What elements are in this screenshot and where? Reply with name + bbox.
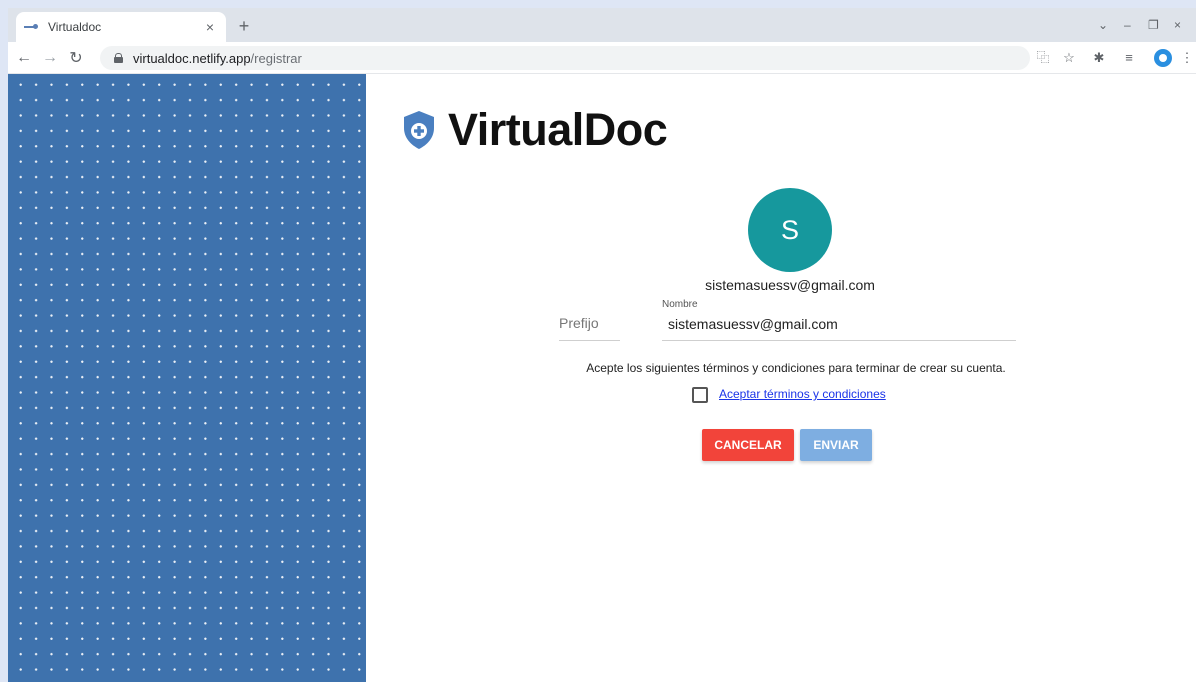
logo-text: VirtualDoc — [448, 104, 668, 155]
logo: VirtualDoc — [402, 104, 668, 156]
extensions-icon[interactable]: ✱ — [1090, 50, 1108, 66]
lock-icon[interactable] — [114, 53, 123, 63]
prefix-field[interactable]: Prefijo — [559, 304, 620, 341]
name-label: Nombre — [662, 299, 698, 310]
new-tab-button[interactable]: + — [234, 16, 254, 36]
profile-icon[interactable] — [1154, 49, 1172, 67]
name-value[interactable]: sistemasuessv@gmail.com — [668, 316, 838, 332]
back-icon[interactable]: ← — [12, 46, 36, 70]
avatar: S — [748, 188, 832, 272]
side-panel-dotted — [8, 74, 366, 682]
name-field[interactable]: Nombre sistemasuessv@gmail.com — [662, 299, 1016, 341]
virtualdoc-favicon-icon — [24, 21, 40, 33]
minimize-icon[interactable]: – — [1124, 16, 1131, 34]
tab-strip: Virtualdoc × + ⌄ – ❐ × — [8, 8, 1196, 42]
browser-tab[interactable]: Virtualdoc × — [16, 12, 226, 42]
tab-close-icon[interactable]: × — [202, 19, 218, 35]
registration-page: VirtualDoc S sistemasuessv@gmail.com Pre… — [8, 74, 1196, 682]
terms-text: Acepte los siguientes términos y condici… — [586, 361, 1006, 375]
translate-icon[interactable]: ⿻ — [1034, 50, 1052, 66]
terms-link[interactable]: Aceptar términos y condiciones — [719, 387, 886, 401]
terms-checkbox[interactable] — [692, 387, 708, 403]
reading-list-icon[interactable]: ≡ — [1120, 50, 1138, 66]
browser-toolbar: ← → ↻ virtualdoc.netlify.app/registrar ⿻… — [8, 42, 1196, 74]
window-close-icon[interactable]: × — [1174, 16, 1181, 34]
cancel-button[interactable]: CANCELAR — [702, 429, 794, 461]
tab-title: Virtualdoc — [48, 20, 102, 34]
tab-search-icon[interactable]: ⌄ — [1098, 16, 1108, 34]
reload-icon[interactable]: ↻ — [64, 46, 88, 70]
user-email: sistemasuessv@gmail.com — [705, 277, 875, 293]
bookmark-star-icon[interactable]: ☆ — [1060, 50, 1078, 66]
restore-icon[interactable]: ❐ — [1148, 16, 1159, 34]
browser-window: Virtualdoc × + ⌄ – ❐ × ← → ↻ virtualdoc.… — [8, 8, 1196, 682]
url-text[interactable]: virtualdoc.netlify.app/registrar — [133, 51, 302, 66]
address-bar[interactable]: virtualdoc.netlify.app/registrar — [100, 46, 1030, 70]
shield-icon — [404, 111, 434, 149]
prefix-placeholder: Prefijo — [559, 315, 599, 331]
menu-icon[interactable]: ⋮ — [1178, 50, 1196, 66]
forward-icon[interactable]: → — [38, 46, 62, 70]
send-button[interactable]: ENVIAR — [800, 429, 872, 461]
